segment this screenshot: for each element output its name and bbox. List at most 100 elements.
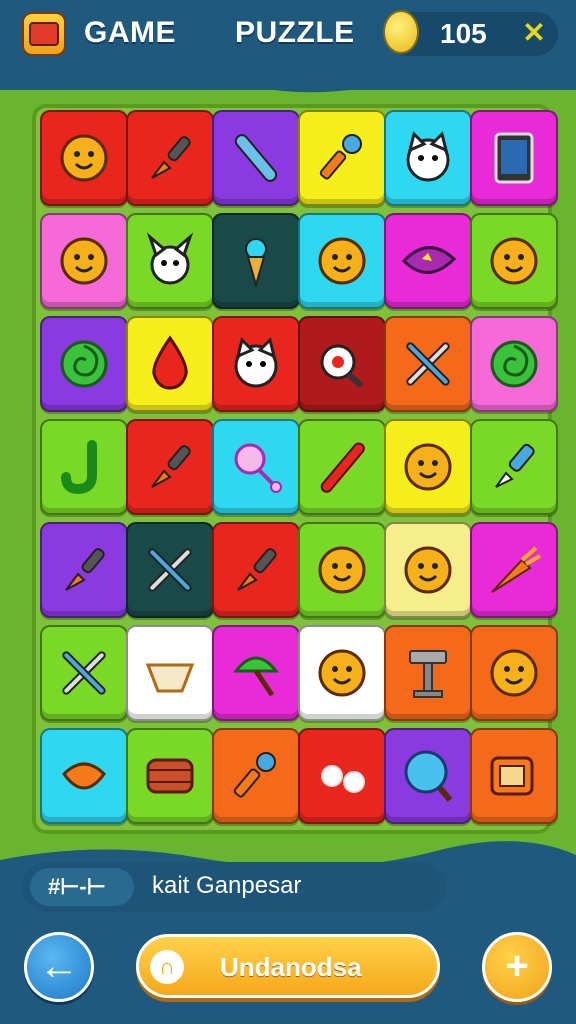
puzzle-tile[interactable] <box>212 728 300 824</box>
back-button[interactable]: ← <box>24 932 94 1002</box>
flower-face-icon <box>396 435 460 499</box>
puzzle-tile[interactable] <box>212 522 300 618</box>
puzzle-tile[interactable] <box>298 213 386 309</box>
carrot-icon <box>482 538 546 602</box>
puzzle-tile[interactable] <box>126 522 214 618</box>
close-x-icon[interactable]: ✕ <box>518 18 550 48</box>
paintbrush-icon <box>224 538 288 602</box>
puzzle-tile[interactable] <box>470 110 558 206</box>
moon-face-icon <box>52 229 116 293</box>
sun-face-icon <box>52 126 116 190</box>
puzzle-tile[interactable] <box>40 728 128 824</box>
puzzle-tile[interactable] <box>384 625 472 721</box>
puzzle-tile[interactable] <box>384 419 472 515</box>
main-action-label: Undanodsa <box>220 952 362 982</box>
ice-cream-icon <box>224 229 288 293</box>
umbrella-icon <box>224 641 288 705</box>
paintbrush-icon <box>138 126 202 190</box>
hint-tag: #⊢-⊢ <box>30 868 134 906</box>
crossed-tools-icon <box>396 332 460 396</box>
puzzle-tile[interactable] <box>298 316 386 412</box>
puzzle-tile[interactable] <box>298 728 386 824</box>
puzzle-tile[interactable] <box>126 625 214 721</box>
puzzle-board <box>32 104 558 834</box>
puzzle-tile[interactable] <box>212 316 300 412</box>
flower-face-icon <box>310 229 374 293</box>
microphone-icon <box>310 126 374 190</box>
puzzle-tile[interactable] <box>384 316 472 412</box>
hammer-icon <box>396 641 460 705</box>
rabbit-face-icon <box>138 229 202 293</box>
puzzle-tile[interactable] <box>40 419 128 515</box>
hook-icon <box>52 435 116 499</box>
plus-button[interactable]: + <box>482 932 552 1002</box>
cat-face-icon <box>224 332 288 396</box>
puzzle-tile[interactable] <box>470 316 558 412</box>
bell-face-icon <box>396 538 460 602</box>
pipette-icon <box>482 435 546 499</box>
paintbrush-icon <box>52 538 116 602</box>
cat-face-icon <box>396 126 460 190</box>
microphone-icon <box>224 744 288 808</box>
puzzle-tile[interactable] <box>470 419 558 515</box>
puzzle-tile[interactable] <box>212 213 300 309</box>
score-value: 105 <box>440 18 487 49</box>
puzzle-tile[interactable] <box>298 625 386 721</box>
spinning-top-icon <box>52 744 116 808</box>
title-game: GAME <box>84 16 176 49</box>
drop-icon <box>138 332 202 396</box>
paintbrush-icon <box>138 435 202 499</box>
puzzle-tile[interactable] <box>298 522 386 618</box>
puzzle-tile[interactable] <box>470 728 558 824</box>
puzzle-tile[interactable] <box>40 213 128 309</box>
crossed-tools-icon <box>52 641 116 705</box>
flute-icon <box>310 435 374 499</box>
puzzle-tile[interactable] <box>40 625 128 721</box>
puzzle-tile[interactable] <box>384 728 472 824</box>
tablet-icon <box>482 126 546 190</box>
magnifier-icon <box>396 744 460 808</box>
frying-pan-icon <box>310 332 374 396</box>
puzzle-tile[interactable] <box>126 728 214 824</box>
puzzle-tile[interactable] <box>212 419 300 515</box>
flower-face-icon <box>310 641 374 705</box>
hint-text: kait Ganpesar <box>152 872 302 899</box>
coin-face-icon <box>383 10 419 54</box>
puzzle-tile[interactable] <box>384 213 472 309</box>
puzzle-tile[interactable] <box>212 625 300 721</box>
bowl-icon <box>138 641 202 705</box>
puzzle-tile[interactable] <box>384 110 472 206</box>
puzzle-tile[interactable] <box>126 213 214 309</box>
puzzle-tile[interactable] <box>298 419 386 515</box>
swirl-icon <box>52 332 116 396</box>
puzzle-tile[interactable] <box>298 110 386 206</box>
puzzle-tile[interactable] <box>212 110 300 206</box>
rattle-icon <box>224 435 288 499</box>
title-puzzle: PUZZLE <box>235 16 355 49</box>
monster-face-icon <box>482 229 546 293</box>
puzzle-tile[interactable] <box>126 110 214 206</box>
crossed-tools-icon <box>138 538 202 602</box>
shield-face-icon <box>482 641 546 705</box>
mask-face-icon <box>310 538 374 602</box>
puzzle-tile[interactable] <box>40 316 128 412</box>
swirl-icon <box>482 332 546 396</box>
balls-icon <box>310 744 374 808</box>
puzzle-tile[interactable] <box>40 522 128 618</box>
puzzle-tile[interactable] <box>470 522 558 618</box>
puzzle-tile[interactable] <box>470 213 558 309</box>
leaf-icon <box>396 229 460 293</box>
treasure-chest-icon[interactable] <box>22 12 66 56</box>
puzzle-tile[interactable] <box>470 625 558 721</box>
plus-icon: + <box>505 944 529 988</box>
header-wave <box>0 50 576 93</box>
puzzle-tile[interactable] <box>384 522 472 618</box>
puzzle-tile[interactable] <box>126 316 214 412</box>
radio-icon <box>482 744 546 808</box>
arrow-left-icon: ← <box>39 944 79 988</box>
headphones-icon: ∩ <box>150 950 184 984</box>
barrel-icon <box>138 744 202 808</box>
puzzle-tile[interactable] <box>40 110 128 206</box>
puzzle-tile[interactable] <box>126 419 214 515</box>
pen-icon <box>224 126 288 190</box>
